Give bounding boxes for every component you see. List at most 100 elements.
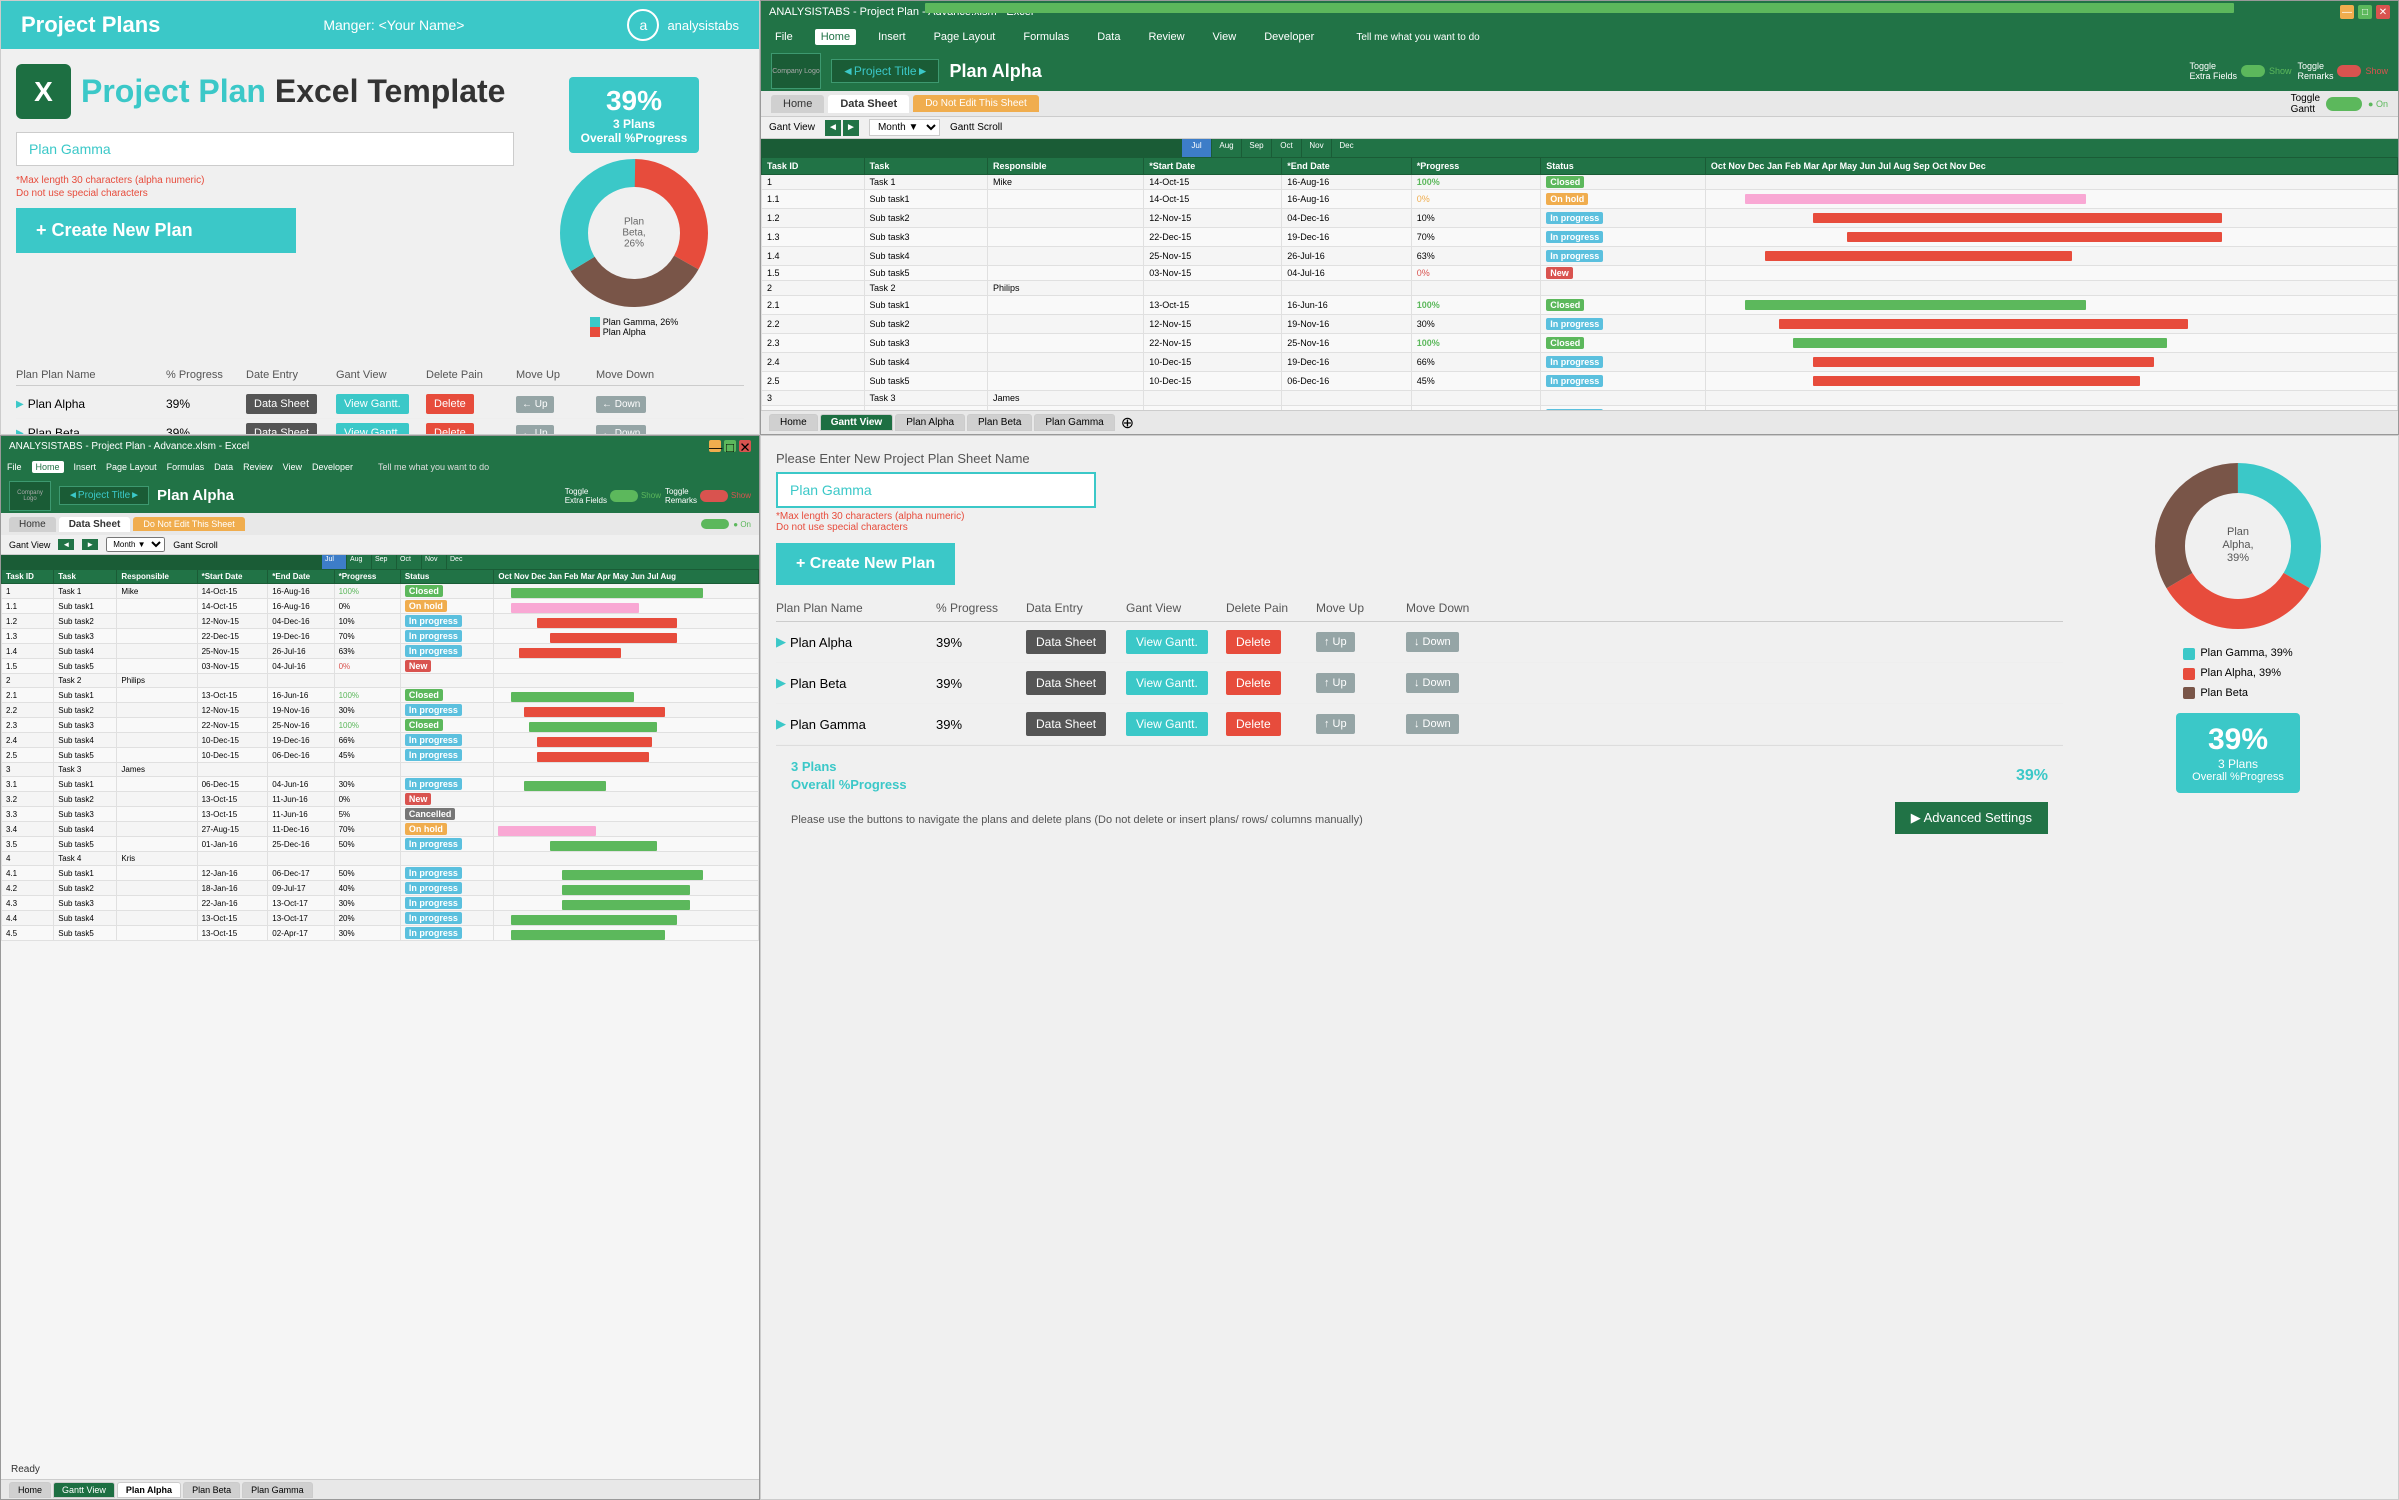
ribbon-page-layout[interactable]: Page Layout bbox=[928, 29, 1002, 45]
br-create-plan-button[interactable]: + Create New Plan bbox=[776, 543, 955, 585]
plan-beta-delete-btn[interactable]: Delete bbox=[426, 423, 474, 435]
plan-beta-up-btn[interactable]: ← Up bbox=[516, 425, 554, 436]
br-beta-up-btn[interactable]: ↑ Up bbox=[1316, 673, 1355, 693]
top-left-panel: Project Plans Manger: <Your Name> a anal… bbox=[0, 0, 760, 435]
logo-area: a analysistabs bbox=[627, 9, 739, 41]
table-row: 1.1Sub task114-Oct-1516-Aug-16 0% On hol… bbox=[762, 190, 2398, 209]
tab-home[interactable]: Home bbox=[771, 95, 824, 113]
ribbon-formulas[interactable]: Formulas bbox=[1017, 29, 1075, 45]
bl-table-row: 2.1Sub task113-Oct-1516-Jun-16100%Closed bbox=[2, 688, 759, 703]
sheet-tab-home[interactable]: Home bbox=[769, 414, 818, 431]
bl-ribbon-formulas[interactable]: Formulas bbox=[167, 462, 205, 472]
bl-gantt-left[interactable]: ◄ bbox=[58, 539, 74, 550]
bl-th-status: Status bbox=[400, 570, 494, 584]
bl-tab-home[interactable]: Home bbox=[9, 517, 56, 532]
create-plan-button[interactable]: + Create New Plan bbox=[16, 208, 296, 253]
toggle-gantt-btn[interactable] bbox=[2326, 97, 2362, 111]
bl-ribbon-insert[interactable]: Insert bbox=[74, 462, 97, 472]
bl-maximize-btn[interactable]: □ bbox=[724, 440, 736, 452]
br-input-section: Please Enter New Project Plan Sheet Name… bbox=[776, 451, 2063, 585]
project-title-box[interactable]: ◄Project Title► bbox=[831, 59, 939, 83]
bl-tab-home[interactable]: Home bbox=[9, 1482, 51, 1498]
ribbon-home[interactable]: Home bbox=[815, 29, 856, 45]
br-advanced-settings-btn[interactable]: ▶ Advanced Settings bbox=[1895, 802, 2048, 834]
br-alpha-delete-btn[interactable]: Delete bbox=[1226, 630, 1281, 654]
bl-ribbon-developer[interactable]: Developer bbox=[312, 462, 353, 472]
br-alpha-data-btn[interactable]: Data Sheet bbox=[1026, 630, 1106, 654]
bl-ribbon-data[interactable]: Data bbox=[214, 462, 233, 472]
bl-tab-plan-alpha[interactable]: Plan Alpha bbox=[117, 1482, 181, 1498]
plan-name-input[interactable] bbox=[16, 132, 514, 166]
bl-tab-plan-gamma[interactable]: Plan Gamma bbox=[242, 1482, 313, 1498]
bl-month-select[interactable]: Month ▼ bbox=[106, 537, 165, 552]
toggle-extra-fields-dot[interactable] bbox=[2241, 65, 2265, 77]
cell-progress: 100% bbox=[1411, 175, 1541, 190]
br-alpha-gantt-btn[interactable]: View Gantt. bbox=[1126, 630, 1208, 654]
toggle-gantt-area: ToggleGantt ● On bbox=[2291, 93, 2388, 115]
excel-ribbon: File Home Insert Page Layout Formulas Da… bbox=[761, 23, 2398, 51]
plan-beta-progress: 39% bbox=[166, 426, 246, 435]
toggle-remarks-label: ToggleRemarks bbox=[2297, 61, 2333, 81]
project-plans-title: Project Plans bbox=[21, 12, 160, 38]
plan-alpha-up-btn[interactable]: ← Up bbox=[516, 396, 554, 413]
br-gamma-up-btn[interactable]: ↑ Up bbox=[1316, 714, 1355, 734]
ribbon-view[interactable]: View bbox=[1207, 29, 1243, 45]
br-beta-delete-btn[interactable]: Delete bbox=[1226, 671, 1281, 695]
add-sheet-btn[interactable]: ⊕ bbox=[1121, 413, 1134, 433]
br-beta-down-btn[interactable]: ↓ Down bbox=[1406, 673, 1459, 693]
bl-gantt-toggle[interactable] bbox=[701, 519, 729, 529]
close-button[interactable]: ✕ bbox=[2376, 5, 2390, 19]
sheet-tab-plan-beta[interactable]: Plan Beta bbox=[967, 414, 1032, 431]
bl-gantt-right[interactable]: ► bbox=[82, 539, 98, 550]
bl-tab-gantt[interactable]: Gantt View bbox=[53, 1482, 115, 1498]
plan-beta-data-sheet-btn[interactable]: Data Sheet bbox=[246, 423, 317, 435]
plan-alpha-gantt-btn[interactable]: View Gantt. bbox=[336, 394, 409, 414]
ribbon-insert[interactable]: Insert bbox=[872, 29, 912, 45]
minimize-button[interactable]: — bbox=[2340, 5, 2354, 19]
toggle-remarks-dot[interactable] bbox=[2337, 65, 2361, 77]
plan-alpha-down-btn[interactable]: ← Down bbox=[596, 396, 646, 413]
bl-tab-data-sheet[interactable]: Data Sheet bbox=[59, 517, 131, 532]
br-alpha-down-btn[interactable]: ↓ Down bbox=[1406, 632, 1459, 652]
sheet-tab-plan-gamma[interactable]: Plan Gamma bbox=[1034, 414, 1114, 431]
bl-ribbon-page-layout[interactable]: Page Layout bbox=[106, 462, 157, 472]
ribbon-file[interactable]: File bbox=[769, 29, 799, 45]
bl-ribbon-review[interactable]: Review bbox=[243, 462, 273, 472]
br-plan-name-input[interactable] bbox=[776, 472, 1096, 508]
br-beta-data-btn[interactable]: Data Sheet bbox=[1026, 671, 1106, 695]
bl-tab-plan-beta[interactable]: Plan Beta bbox=[183, 1482, 240, 1498]
br-alpha-up-btn[interactable]: ↑ Up bbox=[1316, 632, 1355, 652]
bl-toggle2-dot[interactable] bbox=[700, 490, 728, 502]
plan-alpha-data-sheet-btn[interactable]: Data Sheet bbox=[246, 394, 317, 414]
bl-project-title[interactable]: ◄Project Title► bbox=[59, 486, 149, 505]
ribbon-developer[interactable]: Developer bbox=[1258, 29, 1320, 45]
br-gamma-gantt-btn[interactable]: View Gantt. bbox=[1126, 712, 1208, 736]
br-beta-gantt-btn[interactable]: View Gantt. bbox=[1126, 671, 1208, 695]
left-content: X Project Plan Excel Template *Max lengt… bbox=[16, 59, 514, 347]
maximize-button[interactable]: □ bbox=[2358, 5, 2372, 19]
gantt-scroll-right[interactable]: ► bbox=[843, 120, 859, 136]
bl-table-row: 2Task 2Philips bbox=[2, 674, 759, 688]
plan-beta-down-btn[interactable]: ← Down bbox=[596, 425, 646, 436]
ribbon-data[interactable]: Data bbox=[1091, 29, 1126, 45]
br-gamma-data-btn[interactable]: Data Sheet bbox=[1026, 712, 1106, 736]
month-selector[interactable]: Month ▼ bbox=[869, 119, 940, 136]
br-gamma-delete-btn[interactable]: Delete bbox=[1226, 712, 1281, 736]
plan-alpha-delete-btn[interactable]: Delete bbox=[426, 394, 474, 414]
bl-ribbon-file[interactable]: File bbox=[7, 462, 22, 472]
bl-close-btn[interactable]: ✕ bbox=[739, 440, 751, 452]
plan-beta-gantt-btn[interactable]: View Gantt. bbox=[336, 423, 409, 435]
gantt-scroll-label: Gantt Scroll bbox=[950, 122, 1002, 133]
br-footer-top: 3 Plans Overall %Progress 39% bbox=[791, 758, 2048, 794]
bl-minimize-btn[interactable]: — bbox=[709, 440, 721, 452]
tab-data-sheet[interactable]: Data Sheet bbox=[828, 95, 909, 113]
br-gamma-down-btn[interactable]: ↓ Down bbox=[1406, 714, 1459, 734]
gantt-scroll-left[interactable]: ◄ bbox=[825, 120, 841, 136]
sheet-tab-plan-alpha[interactable]: Plan Alpha bbox=[895, 414, 965, 431]
ribbon-review[interactable]: Review bbox=[1142, 29, 1190, 45]
bl-ribbon-home[interactable]: Home bbox=[32, 461, 64, 473]
bl-toggle1-dot[interactable] bbox=[610, 490, 638, 502]
toggle-gantt-label: ToggleGantt bbox=[2291, 93, 2320, 115]
sheet-tab-gantt[interactable]: Gantt View bbox=[820, 414, 894, 431]
bl-ribbon-view[interactable]: View bbox=[283, 462, 302, 472]
